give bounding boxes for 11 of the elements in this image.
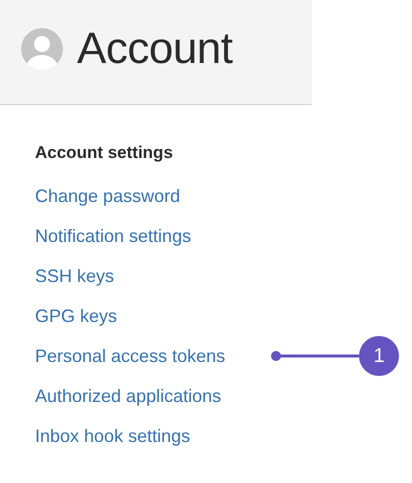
- menu-link[interactable]: Personal access tokens: [35, 346, 226, 366]
- page-title: Account: [77, 24, 232, 74]
- menu-heading: Account settings: [35, 142, 174, 164]
- menu-link[interactable]: Change password: [35, 186, 180, 206]
- menu-link[interactable]: Notification settings: [35, 226, 192, 246]
- menu-link[interactable]: SSH keys: [35, 266, 114, 286]
- avatar-icon: [21, 28, 63, 70]
- menu-link[interactable]: GPG keys: [35, 306, 118, 326]
- menu-link[interactable]: Authorized applications: [35, 386, 222, 406]
- callout-number: 1: [359, 336, 400, 376]
- menu-link[interactable]: Inbox hook settings: [35, 426, 190, 446]
